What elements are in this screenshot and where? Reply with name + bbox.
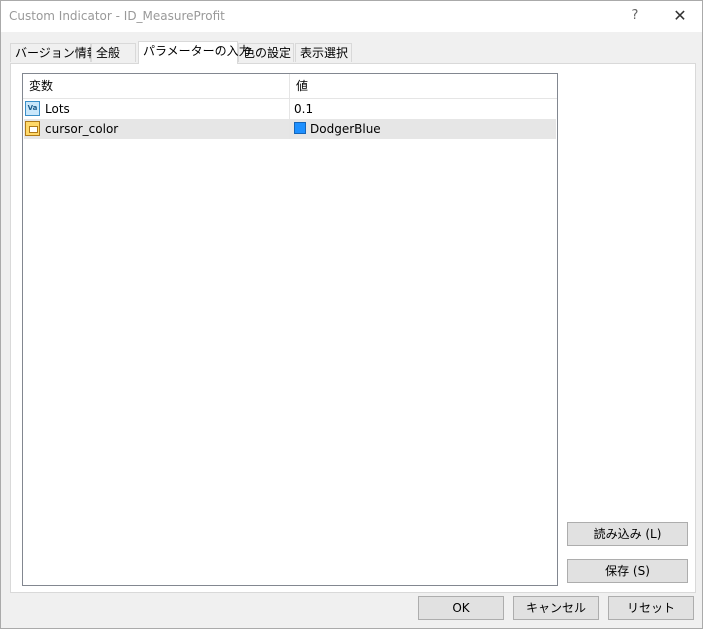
param-name: Lots	[45, 102, 70, 116]
value-icon: Va	[25, 101, 40, 116]
column-header-value[interactable]: 値	[290, 74, 557, 98]
color-icon	[25, 121, 40, 136]
list-header: 変数 値	[23, 74, 557, 99]
cancel-button[interactable]: キャンセル	[513, 596, 599, 620]
color-swatch	[294, 122, 306, 134]
param-row-cursor-color[interactable]: cursor_color DodgerBlue	[24, 119, 556, 139]
save-button[interactable]: 保存 (S)	[567, 559, 688, 583]
title-bar: Custom Indicator - ID_MeasureProfit ? ✕	[1, 1, 702, 32]
parameters-panel: 変数 値 Va Lots 0.1 cursor_color DodgerBlue…	[10, 63, 696, 593]
reset-button[interactable]: リセット	[608, 596, 694, 620]
param-value-cell[interactable]: DodgerBlue	[290, 119, 556, 139]
param-value: DodgerBlue	[310, 122, 381, 136]
param-name: cursor_color	[45, 122, 119, 136]
help-icon[interactable]: ?	[623, 5, 647, 27]
param-value: 0.1	[294, 102, 314, 116]
close-icon[interactable]: ✕	[665, 5, 695, 27]
tab-version-info[interactable]: バージョン情報	[10, 43, 99, 62]
load-button[interactable]: 読み込み (L)	[567, 522, 688, 546]
tab-parameters[interactable]: パラメーターの入力	[138, 41, 251, 64]
param-value-cell[interactable]: 0.1	[290, 99, 556, 119]
dialog-window: Custom Indicator - ID_MeasureProfit ? ✕ …	[0, 0, 703, 629]
tab-general[interactable]: 全般	[91, 43, 136, 62]
window-title: Custom Indicator - ID_MeasureProfit	[9, 9, 225, 23]
parameters-list[interactable]: 変数 値 Va Lots 0.1 cursor_color DodgerBlue	[22, 73, 558, 586]
param-name-cell[interactable]: Va Lots	[24, 99, 290, 119]
tab-visualization[interactable]: 表示選択	[295, 43, 352, 62]
param-name-cell[interactable]: cursor_color	[24, 119, 290, 139]
param-row-lots[interactable]: Va Lots 0.1	[24, 99, 556, 119]
column-header-variable[interactable]: 変数	[23, 74, 290, 98]
ok-button[interactable]: OK	[418, 596, 504, 620]
